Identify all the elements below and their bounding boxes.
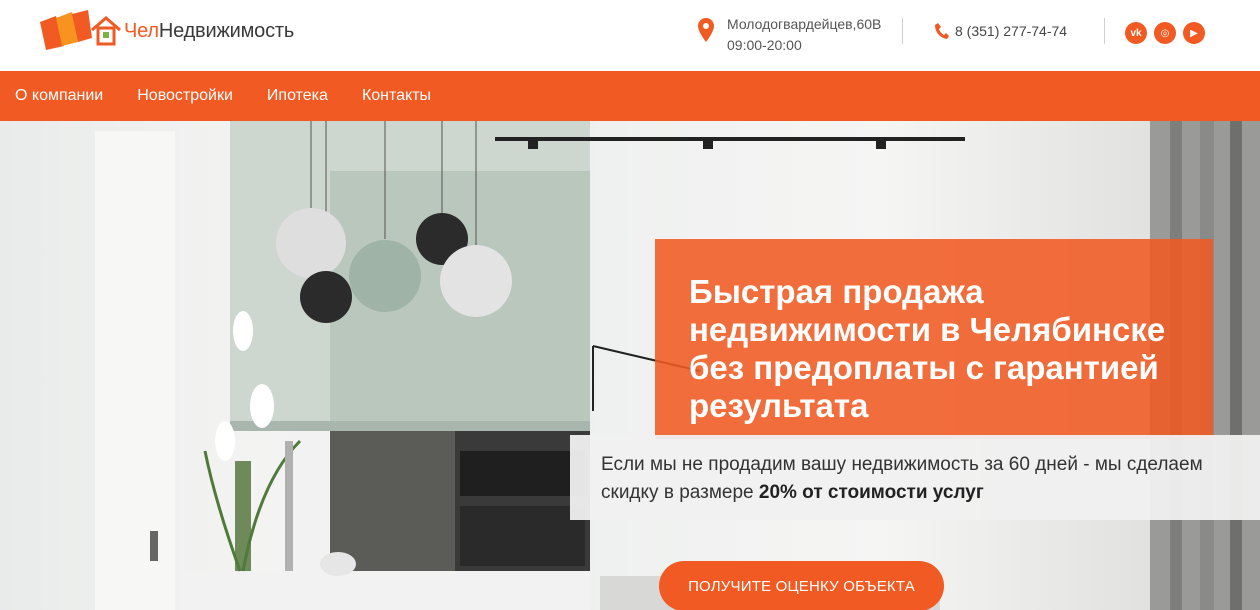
promo-banner: Быстрая продажа недвижимости в Челябинск…: [655, 239, 1213, 439]
logo[interactable]: ЧелНедвижимость: [38, 8, 294, 54]
hero-title: Быстрая продажа недвижимости в Челябинск…: [689, 273, 1166, 424]
hero-section: Быстрая продажа недвижимости в Челябинск…: [0, 121, 1260, 610]
nav-item-mortgage[interactable]: Ипотека: [267, 87, 328, 105]
vk-icon[interactable]: vk: [1125, 22, 1147, 44]
guarantee-discount: 20% от стоимости услуг: [758, 482, 984, 503]
logo-house-icon: [40, 10, 121, 50]
working-hours: 09:00-20:00: [727, 37, 802, 53]
header-divider: [902, 18, 903, 44]
main-nav: О компании Новостройки Ипотека Контакты: [0, 71, 1260, 121]
phone-block[interactable]: 8 (351) 277-74-74: [935, 23, 1067, 39]
guarantee-note: Если мы не продадим вашу недвижимость за…: [570, 435, 1260, 520]
instagram-icon[interactable]: ◎: [1154, 22, 1176, 44]
address-text: Молодогвардейцев,60В: [727, 16, 882, 32]
site-header: ЧелНедвижимость Молодогвардейцев,60В 09:…: [0, 0, 1260, 71]
brand-name: ЧелНедвижимость: [124, 19, 295, 42]
get-valuation-button[interactable]: ПОЛУЧИТЕ ОЦЕНКУ ОБЪЕКТА: [659, 561, 944, 610]
phone-number[interactable]: 8 (351) 277-74-74: [955, 23, 1067, 39]
location-pin-icon: [698, 18, 714, 42]
address-block: Молодогвардейцев,60В 09:00-20:00: [698, 14, 881, 56]
nav-item-new-buildings[interactable]: Новостройки: [137, 87, 233, 105]
social-links: vk ◎ ▶: [1125, 22, 1205, 44]
phone-icon: [935, 23, 949, 39]
nav-item-contacts[interactable]: Контакты: [362, 87, 431, 105]
header-divider: [1104, 18, 1105, 44]
youtube-icon[interactable]: ▶: [1183, 22, 1205, 44]
nav-item-about[interactable]: О компании: [15, 87, 103, 105]
